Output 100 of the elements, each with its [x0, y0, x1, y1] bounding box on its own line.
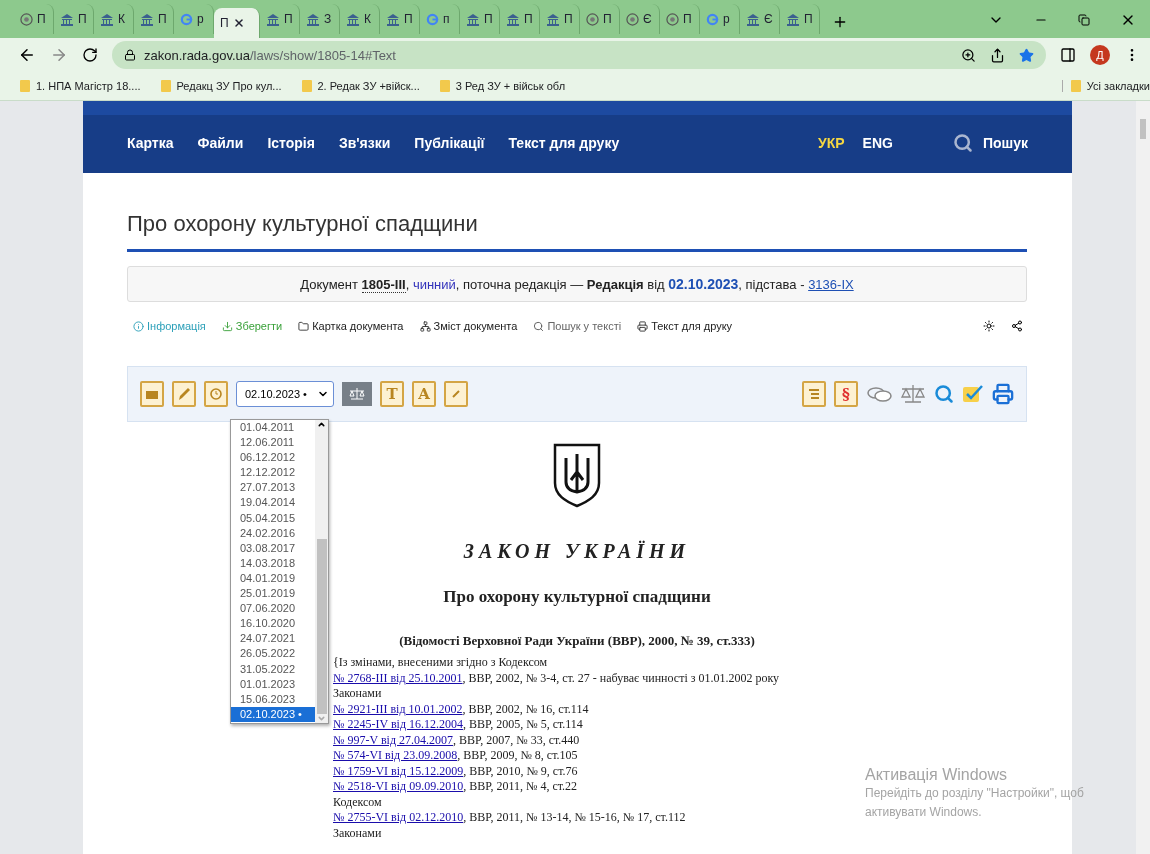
browser-tab[interactable]: П: [780, 4, 820, 34]
nav-link[interactable]: Зв'язки: [338, 135, 391, 151]
dropdown-option[interactable]: 01.01.2023: [231, 676, 315, 692]
revision-select[interactable]: 02.10.2023 •: [236, 381, 334, 407]
scroll-up-icon[interactable]: [317, 420, 326, 429]
profile-avatar[interactable]: Д: [1090, 45, 1110, 65]
dropdown-option[interactable]: 19.04.2014: [231, 495, 315, 511]
address-bar[interactable]: zakon.rada.gov.ua/laws/show/1805-14#Text: [112, 41, 1046, 69]
dropdown-option[interactable]: 27.07.2013: [231, 480, 315, 496]
link-document-button[interactable]: [444, 381, 468, 407]
dropdown-option[interactable]: 07.06.2020: [231, 601, 315, 617]
browser-tab[interactable]: П: [460, 4, 500, 34]
print-icon[interactable]: [992, 383, 1014, 405]
dropdown-option[interactable]: 05.04.2015: [231, 510, 315, 526]
print-icon: [637, 320, 649, 332]
dropdown-option[interactable]: 06.12.2012: [231, 450, 315, 466]
browser-tab[interactable]: П: [14, 4, 54, 34]
law-link[interactable]: № 2245-IV від 16.12.2004: [333, 717, 463, 731]
share-icon[interactable]: [1011, 320, 1023, 332]
document-action-link[interactable]: Картка документа: [298, 320, 404, 332]
dropdown-option[interactable]: 12.06.2011: [231, 435, 315, 451]
dropdown-option[interactable]: 15.06.2023: [231, 691, 315, 707]
browser-tab[interactable]: К: [94, 4, 134, 34]
settings-icon[interactable]: [983, 320, 995, 332]
scrollbar-thumb[interactable]: [1140, 119, 1146, 139]
law-link[interactable]: № 997-V від 27.04.2007: [333, 732, 453, 747]
browser-tab[interactable]: р: [700, 4, 740, 34]
dropdown-option[interactable]: 24.02.2016: [231, 525, 315, 541]
search-icon[interactable]: [952, 133, 973, 153]
activation-title: Активація Windows: [865, 766, 1009, 784]
activation-text: Перейдіть до розділу "Настройки", щоб активувати Windows.: [865, 785, 1085, 821]
browser-tab[interactable]: П: [660, 4, 700, 34]
browser-tab[interactable]: П: [260, 4, 300, 34]
dropdown-option[interactable]: 24.07.2021: [231, 631, 315, 647]
new-tab-icon[interactable]: [832, 14, 848, 30]
dropdown-option[interactable]: 26.05.2022: [231, 646, 315, 662]
language-link[interactable]: УКР: [818, 135, 845, 151]
document-action-link[interactable]: Текст для друку: [637, 320, 733, 332]
document-button[interactable]: §: [834, 381, 858, 407]
scrollbar-thumb[interactable]: [316, 539, 327, 714]
language-link[interactable]: ENG: [862, 135, 893, 151]
dropdown-option[interactable]: 16.10.2020: [231, 616, 315, 632]
star-icon[interactable]: [1019, 47, 1034, 63]
dropdown-option[interactable]: 14.03.2018: [231, 555, 315, 571]
document-action-link[interactable]: Зміст документа: [419, 320, 518, 332]
compare-button[interactable]: [342, 382, 372, 406]
basis-link[interactable]: 3136-IX: [808, 277, 854, 292]
law-link[interactable]: № 2768-III від 25.10.2001: [333, 670, 463, 685]
bookmark[interactable]: 2. Редак ЗУ +війск...: [301, 80, 420, 92]
share-icon[interactable]: [990, 47, 1005, 63]
bookmark[interactable]: 3 Ред ЗУ + військ обл: [439, 80, 566, 92]
page-title: Про охорону культурної спадщини: [127, 211, 1027, 252]
search-link[interactable]: Пошук: [982, 135, 1028, 151]
browser-tab[interactable]: П: [580, 4, 620, 34]
restore-icon[interactable]: [1078, 14, 1090, 26]
back-icon[interactable]: [18, 46, 36, 64]
archive-document-button[interactable]: [140, 381, 164, 407]
history-document-button[interactable]: [204, 381, 228, 407]
browser-tab[interactable]: З: [300, 4, 340, 34]
dropdown-option[interactable]: 03.08.2017: [231, 540, 315, 556]
browser-tab[interactable]: П: [540, 4, 580, 34]
structure-document-button[interactable]: [802, 381, 826, 407]
browser-tab[interactable]: П: [214, 8, 260, 38]
amendment-line: № 2755-VI від 02.12.2010, ВВР, 2011, № 13-14, № 15-16, № 17, ст.112: [333, 810, 687, 826]
reload-icon[interactable]: [82, 47, 98, 63]
scales-icon[interactable]: [900, 384, 926, 404]
browser-tab[interactable]: П: [134, 4, 174, 34]
dropdown-option[interactable]: 02.10.2023 •: [231, 706, 315, 722]
browser-tab[interactable]: п: [420, 4, 460, 34]
text-line: Кодексом: [333, 794, 383, 810]
document-action-link[interactable]: Пошук у тексті: [533, 320, 622, 332]
nav-link[interactable]: Історія: [267, 135, 315, 151]
zoom-icon[interactable]: [961, 47, 976, 63]
building-icon: [346, 12, 360, 26]
law-link[interactable]: № 2921-III від 10.01.2002: [333, 701, 463, 716]
dropdown-option[interactable]: 01.04.2011: [231, 420, 315, 436]
forward-icon[interactable]: [50, 46, 68, 64]
browser-tab[interactable]: П: [54, 4, 94, 34]
browser-tab[interactable]: Є: [620, 4, 660, 34]
bookmark[interactable]: 1. НПА Магістр 18....: [20, 80, 141, 92]
browser-tab[interactable]: П: [500, 4, 540, 34]
dropdown-option[interactable]: 04.01.2019: [231, 570, 315, 587]
all-bookmarks[interactable]: Усі закладки: [1061, 80, 1150, 92]
nav-link[interactable]: Картка: [127, 135, 174, 151]
nav-link[interactable]: Текст для друку: [508, 135, 620, 151]
edit-document-button[interactable]: [172, 381, 196, 407]
checkbox-icon[interactable]: [962, 384, 984, 404]
nav-link[interactable]: Публікації: [414, 135, 485, 151]
dropdown-option[interactable]: 12.12.2012: [231, 465, 315, 481]
search-icon[interactable]: [934, 384, 954, 404]
nav-link[interactable]: Файли: [197, 135, 244, 151]
dropdown-option[interactable]: 31.05.2022: [231, 661, 315, 677]
comments-icon[interactable]: [866, 385, 892, 403]
browser-tab[interactable]: П: [380, 4, 420, 34]
close-icon[interactable]: [232, 17, 245, 29]
browser-tab[interactable]: Є: [740, 4, 780, 34]
side-panel-icon[interactable]: [1060, 47, 1076, 63]
browser-tab[interactable]: К: [340, 4, 380, 34]
dropdown-option[interactable]: 25.01.2019: [231, 586, 315, 602]
bookmark[interactable]: Редакц ЗУ Про кул...: [160, 80, 282, 92]
